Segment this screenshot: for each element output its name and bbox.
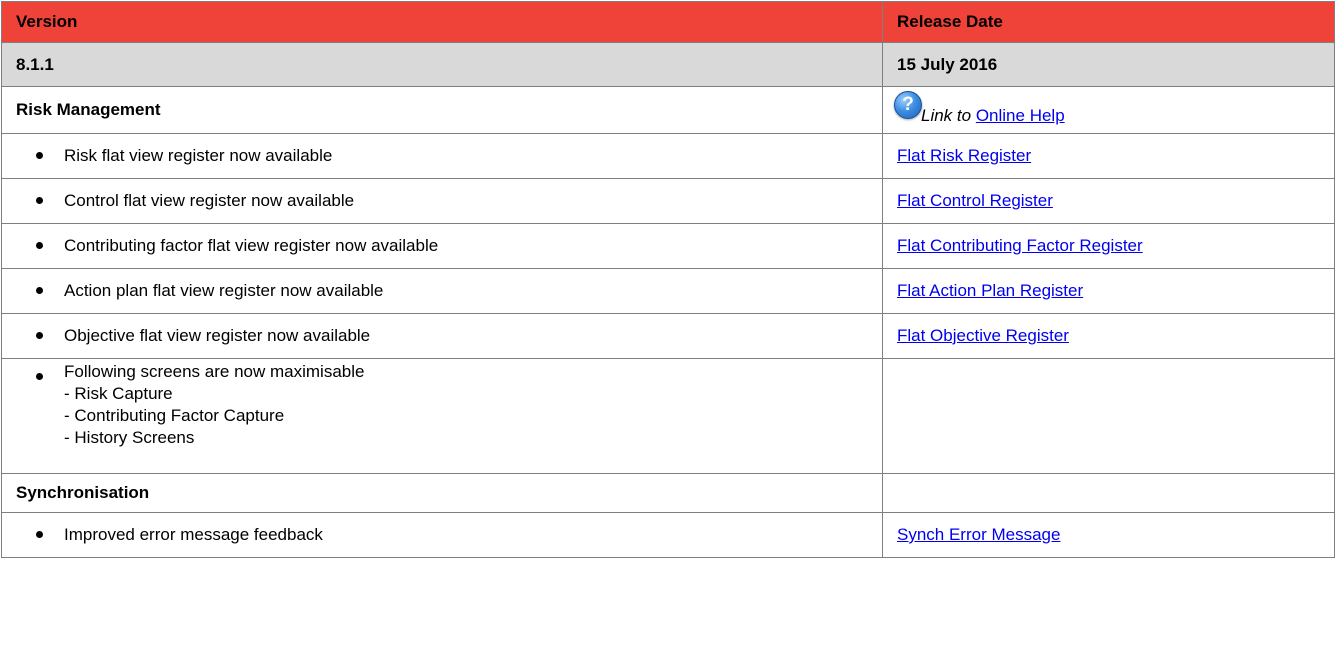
- risk-item-text: Contributing factor flat view register n…: [64, 236, 439, 255]
- risk-item-text: Risk flat view register now available: [64, 146, 333, 165]
- synchronisation-section-row: Synchronisation: [1, 473, 1335, 513]
- flat-risk-register-link[interactable]: Flat Risk Register: [897, 146, 1031, 165]
- risk-item-description: Objective flat view register now availab…: [1, 313, 883, 359]
- synchronisation-title: Synchronisation: [1, 473, 883, 513]
- table-row: Following screens are now maximisable - …: [1, 358, 1335, 474]
- risk-item-link-cell: Flat Contributing Factor Register: [882, 223, 1335, 269]
- sync-item-description: Improved error message feedback: [1, 512, 883, 558]
- table-row: Objective flat view register now availab…: [1, 313, 1335, 359]
- risk-management-title: Risk Management: [1, 86, 883, 134]
- risk-item-link-cell: Flat Control Register: [882, 178, 1335, 224]
- empty-cell: [882, 358, 1335, 474]
- release-date-column-header: Release Date: [882, 1, 1335, 43]
- sync-item-link-cell: Synch Error Message: [882, 512, 1335, 558]
- table-row: Action plan flat view register now avail…: [1, 268, 1335, 314]
- risk-item-description: Control flat view register now available: [1, 178, 883, 224]
- risk-management-section-row: Risk Management ? Link to Online Help: [1, 86, 1335, 134]
- sync-item-text: Improved error message feedback: [64, 525, 323, 544]
- maximisable-screen-item: - Contributing Factor Capture: [64, 406, 285, 425]
- maximisable-screen-item: - Risk Capture: [64, 384, 173, 403]
- maximisable-screen-item: - History Screens: [64, 428, 195, 447]
- online-help-text: Link to Online Help: [921, 106, 1065, 126]
- empty-cell: [882, 473, 1335, 513]
- help-link-prefix: Link to: [921, 106, 972, 125]
- bullet-icon: [36, 531, 43, 538]
- bullet-icon: [36, 373, 43, 380]
- risk-item-text: Objective flat view register now availab…: [64, 326, 371, 345]
- bullet-icon: [36, 242, 43, 249]
- maximisable-heading: Following screens are now maximisable: [64, 362, 365, 381]
- table-row: Contributing factor flat view register n…: [1, 223, 1335, 269]
- flat-control-register-link[interactable]: Flat Control Register: [897, 191, 1053, 210]
- bullet-icon: [36, 197, 43, 204]
- flat-objective-register-link[interactable]: Flat Objective Register: [897, 326, 1069, 345]
- bullet-icon: [36, 287, 43, 294]
- risk-item-link-cell: Flat Action Plan Register: [882, 268, 1335, 314]
- table-row: Improved error message feedback Synch Er…: [1, 512, 1335, 558]
- table-row: Risk flat view register now available Fl…: [1, 133, 1335, 179]
- flat-contributing-factor-register-link[interactable]: Flat Contributing Factor Register: [897, 236, 1143, 255]
- help-question-icon[interactable]: ?: [894, 91, 922, 119]
- risk-item-link-cell: Flat Objective Register: [882, 313, 1335, 359]
- synch-error-message-link[interactable]: Synch Error Message: [897, 525, 1060, 544]
- table-header-row: Version Release Date: [1, 1, 1335, 43]
- risk-item-description: Action plan flat view register now avail…: [1, 268, 883, 314]
- version-row: 8.1.1 15 July 2016: [1, 42, 1335, 87]
- bullet-icon: [36, 332, 43, 339]
- online-help-link[interactable]: Online Help: [976, 106, 1065, 125]
- table-row: Control flat view register now available…: [1, 178, 1335, 224]
- maximisable-screens-description: Following screens are now maximisable - …: [1, 358, 883, 474]
- release-date: 15 July 2016: [882, 42, 1335, 87]
- risk-item-text: Action plan flat view register now avail…: [64, 281, 384, 300]
- risk-item-text: Control flat view register now available: [64, 191, 355, 210]
- flat-action-plan-register-link[interactable]: Flat Action Plan Register: [897, 281, 1083, 300]
- online-help-cell: ? Link to Online Help: [882, 86, 1335, 134]
- risk-item-description: Contributing factor flat view register n…: [1, 223, 883, 269]
- risk-item-description: Risk flat view register now available: [1, 133, 883, 179]
- bullet-icon: [36, 152, 43, 159]
- version-number: 8.1.1: [1, 42, 883, 87]
- release-notes-table: Version Release Date 8.1.1 15 July 2016 …: [1, 1, 1335, 558]
- risk-item-link-cell: Flat Risk Register: [882, 133, 1335, 179]
- version-column-header: Version: [1, 1, 883, 43]
- release-notes-page: Version Release Date 8.1.1 15 July 2016 …: [0, 0, 1336, 653]
